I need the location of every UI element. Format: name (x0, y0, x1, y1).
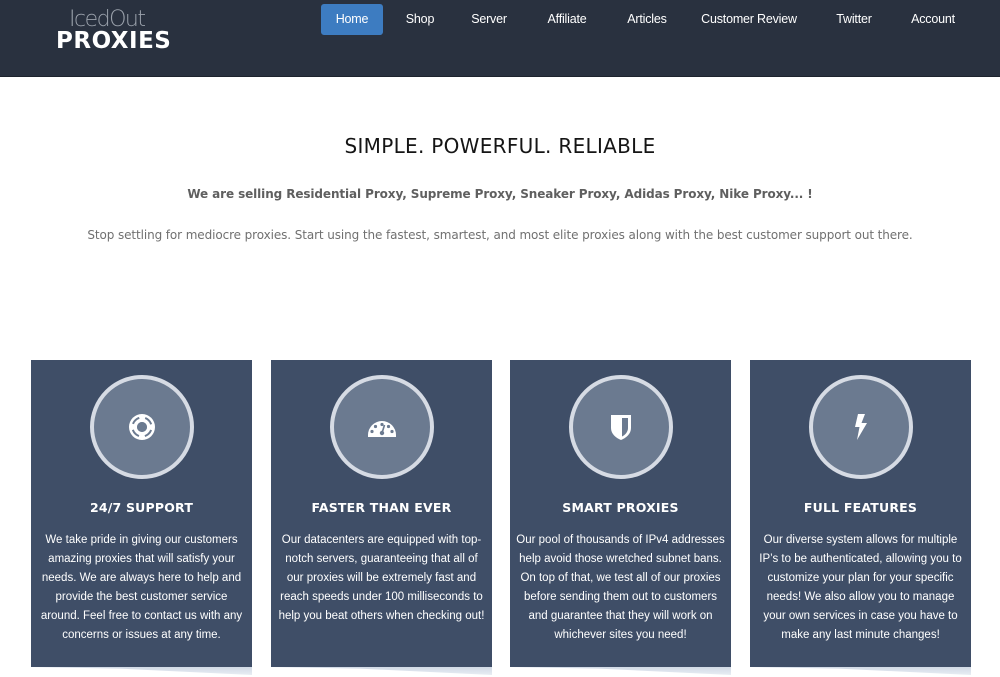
nav-server[interactable]: Server (466, 4, 512, 35)
nav-home[interactable]: Home (321, 4, 383, 35)
bolt-icon (855, 414, 867, 440)
feature-text: Our pool of thousands of IPv4 addresses … (516, 534, 725, 641)
nav-shop[interactable]: Shop (400, 4, 440, 35)
nav-articles[interactable]: Articles (622, 4, 672, 35)
feature-icon-circle (90, 375, 194, 479)
feature-card-smart: SMART PROXIES Our pool of thousands of I… (510, 360, 731, 667)
feature-text: Our datacenters are equipped with top-no… (278, 534, 485, 622)
feature-title: FASTER THAN EVER (311, 500, 452, 515)
nav-customer-review[interactable]: Customer Review (701, 4, 797, 35)
card-shadow (31, 667, 252, 675)
nav-account[interactable]: Account (906, 4, 960, 35)
card-shadow (750, 667, 971, 675)
speedometer-icon (368, 421, 396, 437)
feature-icon-circle (330, 375, 434, 479)
shield-icon (611, 415, 631, 440)
card-shadow (510, 667, 731, 675)
site-logo[interactable]: IcedOut PROXIES (56, 9, 176, 59)
nav-twitter[interactable]: Twitter (829, 4, 879, 35)
hero-title: SIMPLE. POWERFUL. RELIABLE (344, 134, 656, 158)
feature-text: Our diverse system allows for multiple I… (759, 534, 962, 641)
feature-title: FULL FEATURES (803, 500, 918, 515)
hero-description: Stop settling for mediocre proxies. Star… (87, 228, 913, 242)
logo-text-bottom: PROXIES (56, 28, 172, 54)
feature-title: 24/7 SUPPORT (89, 500, 194, 515)
feature-icon-circle (809, 375, 913, 479)
feature-card-speed: FASTER THAN EVER Our datacenters are equ… (271, 360, 492, 667)
hero-subtitle: We are selling Residential Proxy, Suprem… (187, 187, 813, 201)
nav-affiliate[interactable]: Affiliate (539, 4, 595, 35)
feature-title: SMART PROXIES (562, 500, 679, 515)
feature-text: We take pride in giving our customers am… (40, 534, 243, 641)
site-header: IcedOut PROXIES Home Shop Server Affilia… (0, 0, 1000, 77)
feature-icon-circle (569, 375, 673, 479)
feature-card-features: FULL FEATURES Our diverse system allows … (750, 360, 971, 667)
life-ring-icon (129, 414, 155, 440)
feature-card-support: 24/7 SUPPORT We take pride in giving our… (31, 360, 252, 667)
card-shadow (271, 667, 492, 675)
